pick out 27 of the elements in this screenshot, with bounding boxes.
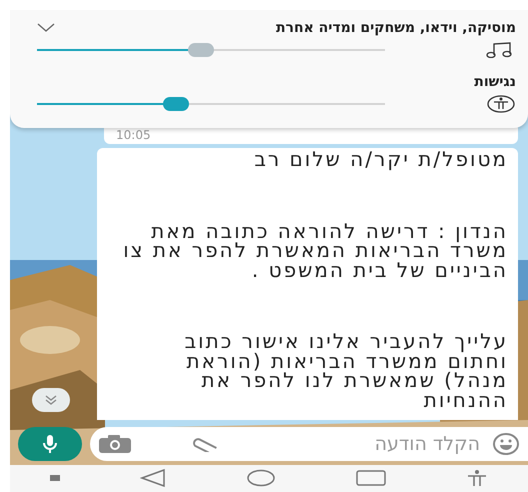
emoji-button[interactable] — [492, 432, 520, 456]
message-text: הנדון : דרישה להוראה כתובה מאת משרד הבריאות המאשרת להפר את צו הביניים של בית המשפט . — [122, 222, 508, 280]
volume-label: מוסיקה, וידאו, משחקים ומדיה אחרת — [276, 20, 516, 36]
microphone-button[interactable] — [18, 427, 82, 461]
chevron-down-icon[interactable] — [37, 23, 55, 33]
back-icon[interactable] — [140, 469, 166, 487]
slider-thumb[interactable] — [188, 43, 214, 57]
attach-button[interactable] — [192, 436, 218, 452]
recent-apps-icon[interactable] — [356, 469, 386, 487]
chevron-down-icon — [44, 394, 58, 406]
message-text: מטופל/ת יקר/ה שלום רב — [253, 150, 508, 170]
home-icon[interactable] — [246, 469, 276, 487]
accessibility-icon[interactable] — [466, 469, 488, 487]
volume-slider[interactable] — [37, 43, 385, 57]
volume-slider[interactable] — [37, 97, 385, 111]
message-input[interactable]: הקלד הודעה — [318, 432, 482, 456]
paperclip-icon — [192, 436, 218, 452]
accessibility-icon — [486, 95, 516, 113]
microphone-icon — [42, 434, 58, 454]
camera-icon — [98, 434, 132, 454]
smiley-icon — [492, 432, 520, 456]
slider-thumb[interactable] — [163, 97, 190, 111]
camera-button[interactable] — [98, 434, 132, 454]
message-time: 10:05 — [116, 128, 151, 142]
composer-field[interactable]: הקלד הודעה — [90, 427, 528, 461]
volume-label: נגישות — [474, 74, 516, 90]
message-text: עלייך להעביר אלינו אישור כתוב וחתום ממשרד הבריאות (הוראת מנהל) שמאשרת לנו להפר את ההנחיות — [184, 332, 508, 410]
